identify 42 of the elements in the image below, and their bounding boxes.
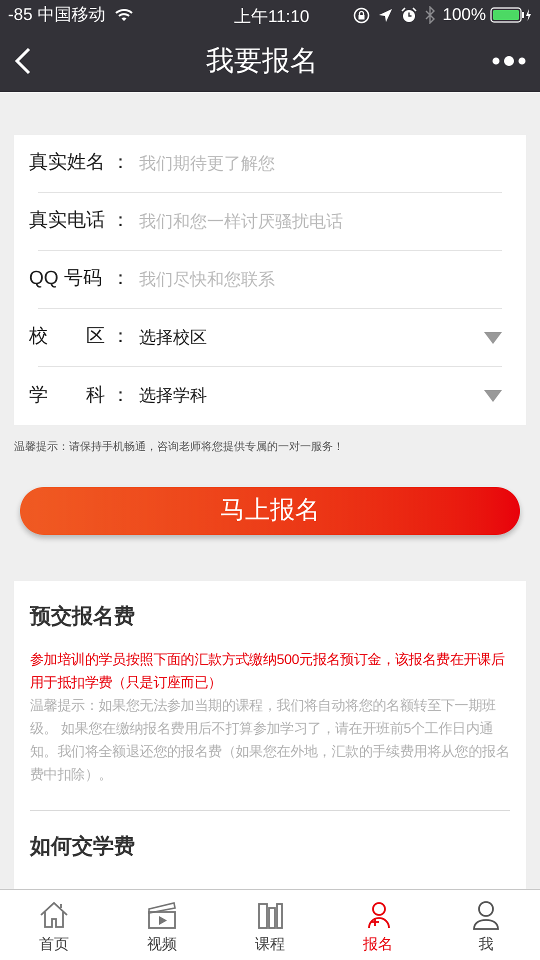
label-colon: ： — [111, 151, 131, 176]
select-field[interactable]: 选择学科 — [139, 383, 502, 409]
section-title: 如何交学费 — [30, 834, 136, 860]
select-field[interactable]: 选择校区 — [139, 324, 502, 350]
tab-item[interactable]: 课程 — [216, 890, 324, 960]
field-label: 真实电话 — [29, 209, 106, 234]
field-label: 真实姓名 — [29, 151, 106, 176]
label-colon: ： — [111, 209, 131, 234]
paragraph: 参加培训的学员按照下面的汇款方式缴纳500元报名预订金，该报名费在开课后用于抵扣学费（只是订座而已） — [30, 650, 506, 692]
alarm-icon — [400, 7, 417, 23]
select-value: 选择学科 — [139, 385, 207, 408]
rotation-lock-icon — [352, 6, 370, 24]
dropdown-icon — [484, 390, 502, 402]
select-value: 选择校区 — [139, 326, 207, 349]
clock-text: 上午11:10 — [234, 6, 310, 28]
tab-item[interactable]: 我 — [432, 890, 540, 960]
input-field[interactable]: 我们和您一样讨厌骚扰电话 — [139, 208, 502, 234]
field-label: 校 区 — [29, 325, 106, 350]
location-icon — [378, 8, 393, 22]
dropdown-icon — [484, 332, 502, 344]
label-colon: ： — [111, 267, 131, 292]
bluetooth-icon — [424, 6, 435, 24]
battery-text: 100% — [442, 4, 486, 26]
input-field[interactable]: 我们尽快和您联系 — [139, 266, 502, 292]
submit-button[interactable]: 马上报名 — [20, 486, 520, 534]
carrier-text: -85 中国移动 — [8, 4, 106, 26]
label-colon: ： — [111, 325, 131, 350]
back-icon[interactable] — [14, 47, 32, 75]
tab-item[interactable]: 报名 — [324, 890, 432, 960]
section-title: 预交报名费 — [30, 604, 136, 630]
hint-text: 温馨提示：请保持手机畅通，咨询老师将您提供专属的一对一服务！ — [14, 440, 345, 455]
paragraph: 温馨提示：如果您无法参加当期的课程，我们将自动将您的名额转至下一期班级。 如果您在缴纳报名费用后不打算参加学习了，请在开班前5个工作日内通知。我们将全额退还您的报名费（如果您在外地，汇款的手续费用将从您的报名费中扣除）。 — [30, 696, 510, 784]
field-label: QQ 号码 — [29, 267, 103, 292]
more-icon[interactable] — [492, 54, 526, 68]
field-label: 学 科 — [29, 384, 106, 408]
wifi-icon — [115, 8, 134, 22]
battery-icon — [490, 7, 532, 23]
tab-item[interactable]: 视频 — [108, 890, 216, 960]
input-field[interactable]: 我们期待更了解您 — [139, 150, 502, 176]
tab-item[interactable]: 首页 — [0, 890, 108, 960]
page-title: 我要报名 — [206, 44, 318, 78]
label-colon: ： — [111, 384, 131, 408]
